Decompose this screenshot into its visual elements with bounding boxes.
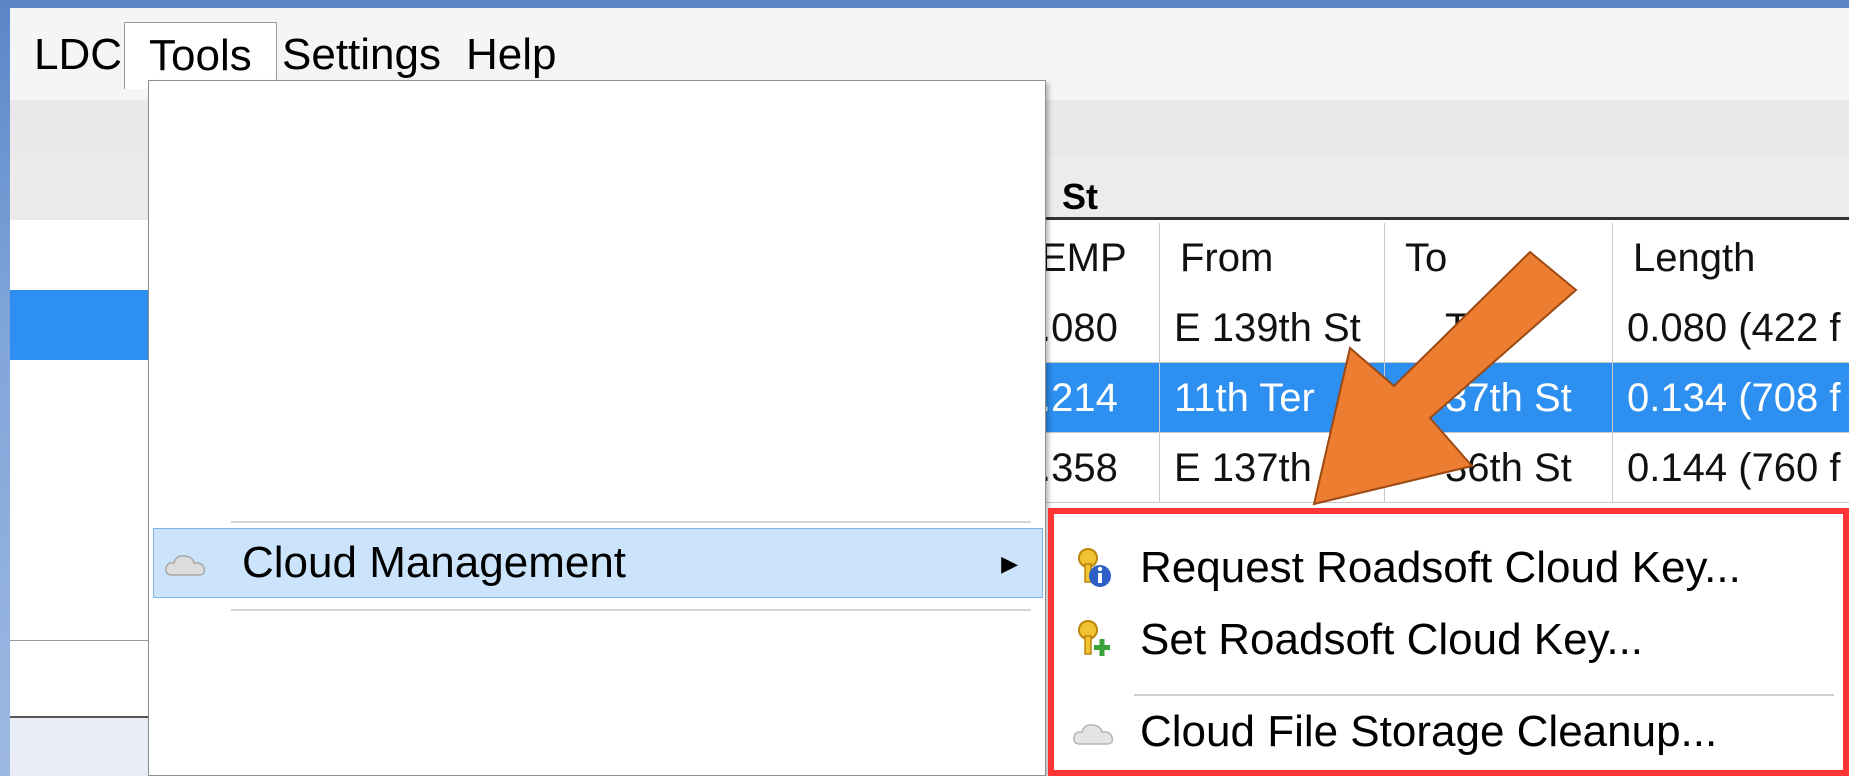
menu-item-label: Cloud Management	[242, 538, 627, 587]
left-panel-footer	[10, 716, 160, 776]
menu-help[interactable]: Help	[442, 22, 581, 88]
list-item[interactable]	[10, 500, 160, 571]
menu-item-label: Request Roadsoft Cloud Key...	[1140, 543, 1741, 592]
submenu-arrow-icon: ▶	[1001, 551, 1018, 576]
list-item[interactable]	[10, 220, 160, 291]
menu-tools[interactable]: Tools	[124, 22, 277, 89]
list-item[interactable]	[10, 430, 160, 501]
menu-item-request-cloud-key[interactable]: Request Roadsoft Cloud Key...	[1054, 532, 1843, 604]
cell-length: 0.144 (760 f	[1613, 433, 1849, 503]
cloud-icon	[1073, 724, 1114, 745]
key-add-icon	[1078, 620, 1110, 656]
cell-emp: .080	[1040, 293, 1160, 363]
menu-separator	[231, 609, 1031, 611]
tools-dropdown-menu: Cloud Management ▶	[148, 80, 1046, 776]
column-header-length[interactable]: Length	[1613, 223, 1849, 293]
left-list-panel	[10, 156, 160, 776]
cloud-icon	[165, 555, 206, 576]
cloud-management-submenu: Request Roadsoft Cloud Key... Set Roadso…	[1048, 508, 1849, 776]
menu-item-label: Cloud File Storage Cleanup...	[1140, 707, 1718, 756]
list-item[interactable]	[10, 360, 160, 431]
menu-item-set-cloud-key[interactable]: Set Roadsoft Cloud Key...	[1054, 604, 1843, 676]
key-info-icon	[1078, 548, 1111, 587]
list-item[interactable]	[10, 570, 160, 641]
menu-item-cloud-management[interactable]: Cloud Management ▶	[153, 528, 1043, 598]
menu-item-cloud-storage-cleanup[interactable]: Cloud File Storage Cleanup...	[1054, 696, 1843, 768]
cell-length: 0.080 (422 f	[1613, 293, 1849, 363]
cell-emp: .358	[1040, 433, 1160, 503]
left-list-header	[10, 156, 160, 223]
column-header-emp[interactable]: EMP	[1040, 223, 1160, 293]
menu-settings[interactable]: Settings	[258, 22, 465, 88]
cell-emp: .214	[1040, 363, 1160, 433]
list-item-selected[interactable]	[10, 290, 160, 361]
cell-length: 0.134 (708 f	[1613, 363, 1849, 433]
menu-separator	[231, 521, 1031, 523]
menu-item-label: Set Roadsoft Cloud Key...	[1140, 615, 1644, 664]
grid-title: St	[1040, 156, 1849, 220]
annotation-arrow-icon	[1312, 250, 1578, 506]
